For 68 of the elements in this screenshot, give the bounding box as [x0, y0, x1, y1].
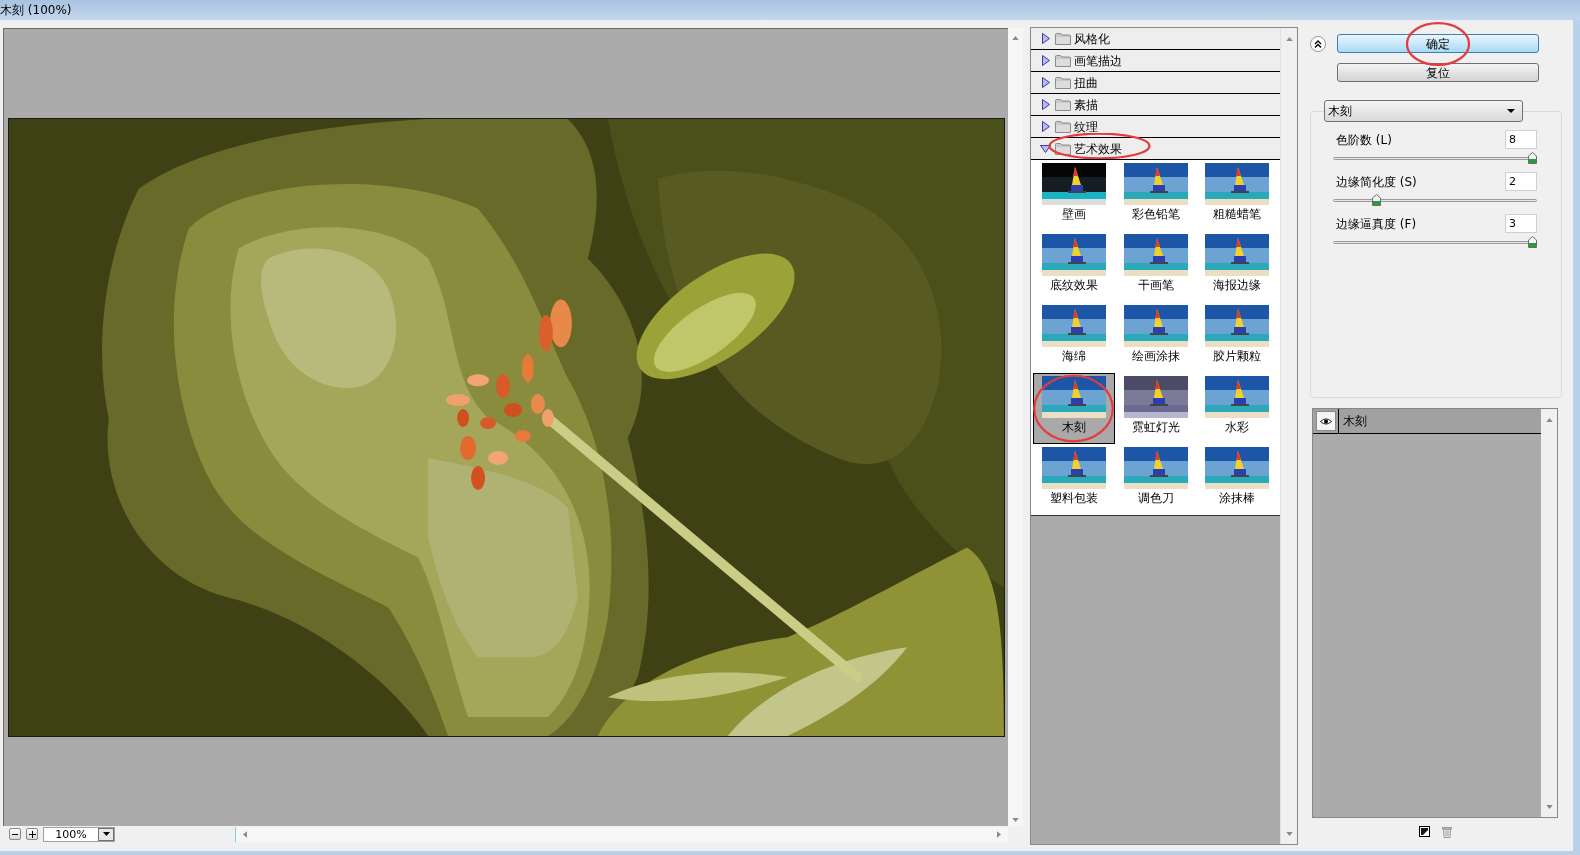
sailboat-drawing: [1042, 447, 1106, 489]
folder-icon: [1055, 54, 1071, 67]
sailboat-drawing: [1042, 376, 1106, 418]
folder-icon: [1055, 76, 1071, 89]
sailboat-drawing: [1205, 447, 1270, 489]
slider-thumb[interactable]: [1372, 194, 1381, 206]
sailboat-drawing: [1205, 163, 1270, 205]
sailboat-drawing: [1042, 305, 1106, 347]
folder-icon: [1055, 120, 1071, 133]
param-label: 边缘逼真度 (F): [1336, 216, 1417, 231]
slider-track[interactable]: [1333, 236, 1537, 248]
sailboat-drawing: [1205, 234, 1270, 276]
expander-right-icon[interactable]: [1042, 33, 1050, 44]
plus-icon: [28, 830, 36, 838]
caret-icon: [1507, 109, 1515, 113]
visibility-toggle[interactable]: [1316, 411, 1336, 431]
sailboat-drawing: [1123, 376, 1188, 418]
scroll-down-arrow-icon[interactable]: [1012, 818, 1019, 822]
folder-icon: [1055, 98, 1071, 111]
scroll-down-arrow-icon[interactable]: [1285, 832, 1293, 836]
expander-down-icon[interactable]: [1040, 144, 1051, 153]
folder-icon: [1055, 32, 1071, 45]
value-input[interactable]: 3: [1505, 214, 1537, 233]
minus-icon: [12, 833, 18, 835]
value-input[interactable]: 8: [1505, 130, 1537, 149]
folder-icon: [1055, 142, 1071, 155]
filter-dropdown[interactable]: 木刻: [1324, 100, 1523, 122]
value-input[interactable]: 2: [1505, 172, 1537, 191]
slider-thumb[interactable]: [1528, 152, 1537, 164]
sailboat-drawing: [1042, 234, 1106, 276]
zoom-field[interactable]: 100%: [43, 826, 115, 842]
trash-icon[interactable]: [1442, 826, 1452, 838]
slider-thumb[interactable]: [1528, 236, 1537, 248]
param-label: 色阶数 (L): [1336, 132, 1392, 147]
slider-track[interactable]: [1333, 194, 1537, 206]
scroll-up-arrow-icon[interactable]: [1285, 37, 1293, 41]
param-label: 边缘简化度 (S): [1336, 174, 1417, 189]
sailboat-drawing: [1123, 163, 1188, 205]
scroll-down-arrow-icon[interactable]: [1545, 805, 1553, 809]
reset-button[interactable]: 复位: [1337, 63, 1539, 82]
sailboat-drawing: [1123, 234, 1188, 276]
scroll-right-arrow-icon[interactable]: [997, 830, 1001, 838]
sailboat-drawing: [1042, 163, 1106, 205]
window-title: 木刻 (100%): [0, 3, 72, 17]
expander-right-icon[interactable]: [1042, 99, 1050, 110]
zoom-in-button[interactable]: [26, 828, 38, 840]
sailboat-drawing: [1123, 305, 1188, 347]
slider-track[interactable]: [1333, 152, 1537, 164]
new-layer-icon[interactable]: [1419, 826, 1430, 837]
sailboat-drawing: [1205, 305, 1270, 347]
effect-layer-row[interactable]: 木刻: [1313, 409, 1541, 434]
scroll-up-arrow-icon[interactable]: [1012, 36, 1019, 40]
caret-icon: [102, 832, 110, 836]
expander-right-icon[interactable]: [1042, 55, 1050, 66]
zoom-out-button[interactable]: [9, 828, 21, 840]
expander-right-icon[interactable]: [1042, 77, 1050, 88]
horizontal-scrollbar[interactable]: [235, 826, 1008, 842]
filter-item[interactable]: 木刻: [1033, 373, 1115, 444]
scroll-up-arrow-icon[interactable]: [1545, 418, 1553, 422]
scroll-left-arrow-icon[interactable]: [243, 830, 247, 838]
expander-right-icon[interactable]: [1042, 121, 1050, 132]
collapse-icon[interactable]: [1310, 35, 1326, 52]
zoom-dropdown-button[interactable]: [98, 827, 114, 841]
vertical-scrollbar[interactable]: [1008, 28, 1023, 826]
sailboat-drawing: [1205, 376, 1270, 418]
sailboat-drawing: [1123, 447, 1188, 489]
ok-button[interactable]: 确定: [1337, 34, 1539, 53]
effect-layer-name: 木刻: [1343, 414, 1367, 428]
